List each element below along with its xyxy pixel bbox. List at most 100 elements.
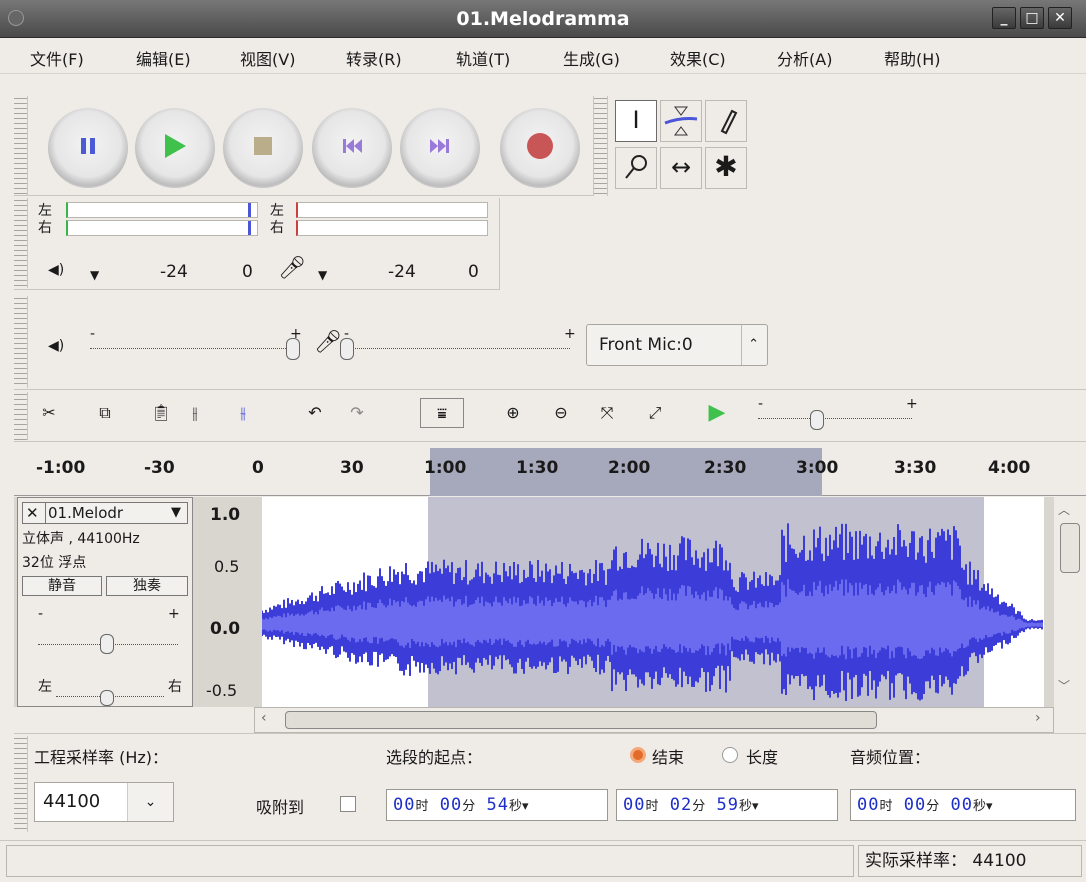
menu-file[interactable]: 文件(F) (30, 46, 84, 70)
trim-button[interactable]: ⫲ (180, 398, 210, 428)
vertical-scrollbar[interactable]: ︿ ﹀ (1054, 497, 1086, 707)
mute-button[interactable]: 静音 (22, 576, 102, 596)
maximize-button[interactable]: □ (1020, 7, 1044, 29)
solo-button[interactable]: 独奏 (106, 576, 188, 596)
selection-grip[interactable] (14, 736, 28, 832)
fit-project-button[interactable]: ⤢ (640, 398, 670, 428)
ruler-label: 3:00 (796, 458, 839, 478)
end-minutes: 02 (669, 795, 693, 815)
audio-position-time[interactable]: 00时 00分 00秒▾ (850, 789, 1076, 821)
input-slider-thumb[interactable] (340, 338, 354, 360)
play-meter-tick: 0 (242, 262, 253, 282)
scroll-down-arrow[interactable]: ﹀ (1058, 677, 1070, 694)
paste-button[interactable]: 📋︎ (146, 398, 176, 428)
track-format-info: 立体声 , 44100Hz (22, 531, 140, 547)
output-slider-thumb[interactable] (286, 338, 300, 360)
format-dropdown-icon[interactable]: ▾ (986, 799, 993, 814)
menu-generate[interactable]: 生成(G) (563, 46, 620, 70)
redo-button[interactable]: ↷ (342, 398, 372, 428)
length-radio[interactable] (722, 747, 738, 763)
timeshift-tool[interactable]: ↔ (660, 147, 702, 189)
tools-grip[interactable] (594, 96, 608, 196)
zoom-tool[interactable] (615, 147, 657, 189)
input-device-select[interactable]: Front Mic:0 ⌃ (586, 324, 768, 366)
zoom-in-button[interactable]: ⊕ (498, 398, 528, 428)
envelope-icon (664, 106, 698, 136)
cut-button[interactable]: ✂ (34, 398, 64, 428)
menu-help[interactable]: 帮助(H) (884, 46, 941, 70)
stop-button[interactable] (223, 108, 303, 188)
play-button[interactable] (135, 108, 215, 188)
selection-start-label: 选段的起点： (386, 748, 483, 767)
menu-analyze[interactable]: 分析(A) (777, 46, 832, 70)
track-menu-dropdown[interactable]: ▼ (171, 503, 181, 523)
selection-end-time[interactable]: 00时 02分 59秒▾ (616, 789, 838, 821)
select-arrows-icon: ⌃ (741, 325, 759, 365)
record-button[interactable] (500, 108, 580, 188)
format-dropdown-icon[interactable]: ▾ (752, 799, 759, 814)
menu-tracks[interactable]: 轨道(T) (456, 46, 510, 70)
input-volume-slider[interactable] (344, 348, 570, 349)
ruler-label: 2:30 (704, 458, 747, 478)
pause-button[interactable] (48, 108, 128, 188)
waveform (261, 497, 1044, 707)
silence-button[interactable]: ⫳ (228, 398, 258, 428)
track-name-button[interactable]: 01.Melodr (45, 503, 123, 523)
pause-icon (79, 136, 97, 160)
play-speed-slider[interactable] (758, 418, 912, 419)
gain-slider-thumb[interactable] (100, 634, 114, 654)
track-close-button[interactable]: ✕ (26, 503, 39, 523)
horizontal-scrollbar[interactable]: ‹ › (254, 707, 1054, 733)
selection-tool[interactable]: I (615, 100, 657, 142)
close-button[interactable]: ✕ (1048, 7, 1072, 29)
minute-unit: 分 (926, 799, 940, 814)
ruler-label: -30 (144, 458, 175, 478)
waveform-display[interactable] (261, 497, 1044, 707)
menu-transcribe[interactable]: 转录(R) (346, 46, 402, 70)
menu-effect[interactable]: 效果(C) (670, 46, 726, 70)
record-meter-left[interactable] (296, 202, 488, 218)
horizontal-scroll-thumb[interactable] (285, 711, 877, 729)
project-rate-combo[interactable]: 44100 ⌄ (34, 782, 174, 822)
playback-meter-left[interactable] (66, 202, 258, 218)
pos-seconds: 00 (950, 795, 973, 815)
skip-to-start-button[interactable] (312, 108, 392, 188)
scroll-left-arrow[interactable]: ‹ (261, 710, 267, 726)
playback-meter-dropdown[interactable]: ▼ (90, 268, 99, 282)
selection-start-time[interactable]: 00时 00分 54秒▾ (386, 789, 608, 821)
scroll-right-arrow[interactable]: › (1035, 710, 1041, 726)
menu-edit[interactable]: 编辑(E) (136, 46, 191, 70)
envelope-tool[interactable] (660, 100, 702, 142)
speed-slider-thumb[interactable] (810, 410, 824, 430)
playback-meter-right[interactable] (66, 220, 258, 236)
sync-lock-button[interactable]: ⩸ (420, 398, 464, 428)
copy-button[interactable]: ⧉ (90, 398, 120, 428)
menu-view[interactable]: 视图(V) (240, 46, 295, 70)
end-radio[interactable] (630, 747, 646, 763)
vertical-scroll-thumb[interactable] (1060, 523, 1080, 573)
timeline-ruler[interactable]: -1:00 -30 0 30 1:00 1:30 2:00 2:30 3:00 … (14, 448, 1086, 496)
record-meter-right[interactable] (296, 220, 488, 236)
scroll-up-arrow[interactable]: ︿ (1058, 501, 1070, 518)
draw-tool[interactable] (705, 100, 747, 142)
undo-button[interactable]: ↶ (300, 398, 330, 428)
record-meter-dropdown[interactable]: ▼ (318, 268, 327, 282)
play-at-speed-button[interactable]: ▶ (702, 398, 732, 428)
minimize-button[interactable]: _ (992, 7, 1016, 29)
format-dropdown-icon[interactable]: ▾ (522, 799, 529, 814)
pan-slider-thumb[interactable] (100, 690, 114, 706)
second-unit: 秒 (738, 799, 752, 814)
input-device-value: Front Mic:0 (599, 335, 693, 355)
zoom-in-icon: ⊕ (506, 403, 520, 422)
multi-tool[interactable]: ✱ (705, 147, 747, 189)
snap-to-checkbox[interactable] (340, 796, 356, 812)
chevron-down-icon[interactable]: ⌄ (127, 783, 173, 821)
output-volume-slider[interactable] (90, 348, 290, 349)
skip-to-end-button[interactable] (400, 108, 480, 188)
pan-right-label: 右 (168, 679, 182, 695)
speaker-icon: ◀) (48, 262, 65, 278)
zoom-out-button[interactable]: ⊖ (546, 398, 576, 428)
hour-unit: 时 (879, 799, 893, 814)
snap-to-label: 吸附到 (256, 798, 305, 817)
fit-selection-button[interactable]: ⤧ (592, 398, 622, 428)
